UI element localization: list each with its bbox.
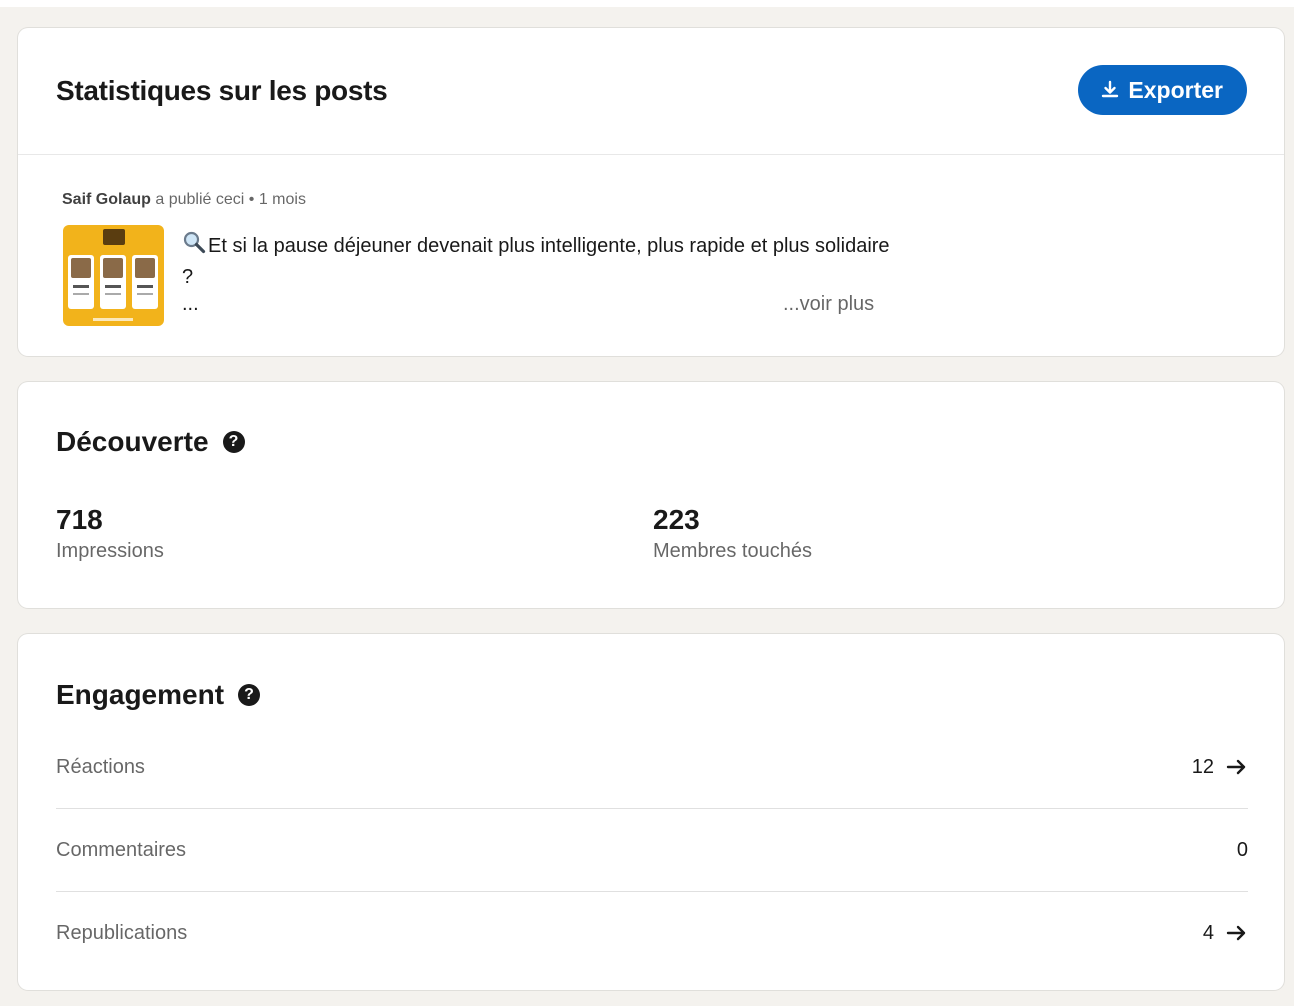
post-text: Et si la pause déjeuner devenait plus in… bbox=[182, 228, 902, 293]
post-ellipsis: ... bbox=[182, 293, 199, 315]
row-label: Réactions bbox=[56, 755, 145, 778]
post-author[interactable]: Saif Golaup bbox=[62, 191, 151, 208]
thumbnail-panel bbox=[100, 255, 126, 309]
thumbnail-logo bbox=[103, 229, 125, 245]
engagement-title: Engagement ? bbox=[56, 679, 261, 711]
row-value: 4 bbox=[1202, 921, 1214, 944]
see-more-link[interactable]: ...voir plus bbox=[783, 289, 874, 320]
members-reached-metric: 223 Membres touchés bbox=[653, 504, 812, 563]
thumbnail-panel bbox=[68, 255, 94, 309]
metric-label: Membres touchés bbox=[653, 540, 812, 562]
metric-label: Impressions bbox=[56, 540, 164, 562]
thumbnail-panel bbox=[132, 255, 158, 309]
export-label: Exporter bbox=[1128, 76, 1223, 103]
post-meta: Saif Golaup a publié ceci • 1 mois bbox=[62, 191, 306, 209]
row-label: Republications bbox=[56, 921, 188, 944]
post-stats-header: Statistiques sur les posts Exporter bbox=[18, 28, 1284, 155]
post-action: a publié ceci bbox=[155, 191, 245, 208]
impressions-metric: 718 Impressions bbox=[56, 504, 164, 563]
engagement-row-comments: Commentaires 0 bbox=[56, 809, 1248, 892]
download-icon bbox=[1102, 80, 1119, 98]
post-stats-card: Statistiques sur les posts Exporter Saif… bbox=[18, 28, 1284, 356]
help-icon[interactable]: ? bbox=[222, 431, 245, 453]
arrow-right-icon bbox=[1226, 759, 1246, 775]
export-button[interactable]: Exporter bbox=[1078, 65, 1247, 115]
row-label: Commentaires bbox=[56, 838, 187, 861]
metric-value: 718 bbox=[56, 504, 103, 535]
discovery-title-text: Découverte bbox=[56, 426, 209, 457]
engagement-row-reposts[interactable]: Republications 4 bbox=[56, 892, 1248, 974]
engagement-row-reactions[interactable]: Réactions 12 bbox=[56, 726, 1248, 809]
magnifying-glass-icon bbox=[182, 230, 208, 264]
engagement-title-text: Engagement bbox=[56, 679, 225, 710]
discovery-title: Découverte ? bbox=[56, 426, 245, 458]
row-value-group: 0 bbox=[1237, 839, 1248, 862]
row-value: 0 bbox=[1236, 838, 1248, 861]
arrow-right-icon bbox=[1226, 925, 1246, 941]
row-value-group: 4 bbox=[1203, 922, 1248, 945]
previous-section-edge bbox=[0, 0, 1294, 7]
post-preview[interactable]: Saif Golaup a publié ceci • 1 mois Et si… bbox=[18, 155, 1284, 355]
help-icon[interactable]: ? bbox=[238, 684, 261, 706]
page-title: Statistiques sur les posts bbox=[56, 75, 388, 106]
engagement-list: Réactions 12 Commentaires 0 Republicatio… bbox=[56, 726, 1248, 974]
post-body-text: Et si la pause déjeuner devenait plus in… bbox=[182, 235, 890, 288]
post-age: 1 mois bbox=[258, 191, 306, 208]
discovery-card: Découverte ? 718 Impressions 223 Membres… bbox=[18, 382, 1284, 608]
thumbnail-footer bbox=[93, 318, 133, 321]
row-value-group: 12 bbox=[1192, 756, 1248, 779]
metric-value: 223 bbox=[653, 504, 700, 535]
post-thumbnail[interactable] bbox=[63, 225, 164, 326]
meta-separator: • bbox=[248, 191, 255, 208]
engagement-card: Engagement ? Réactions 12 Commentaires 0… bbox=[18, 634, 1284, 990]
row-value: 12 bbox=[1191, 755, 1214, 778]
